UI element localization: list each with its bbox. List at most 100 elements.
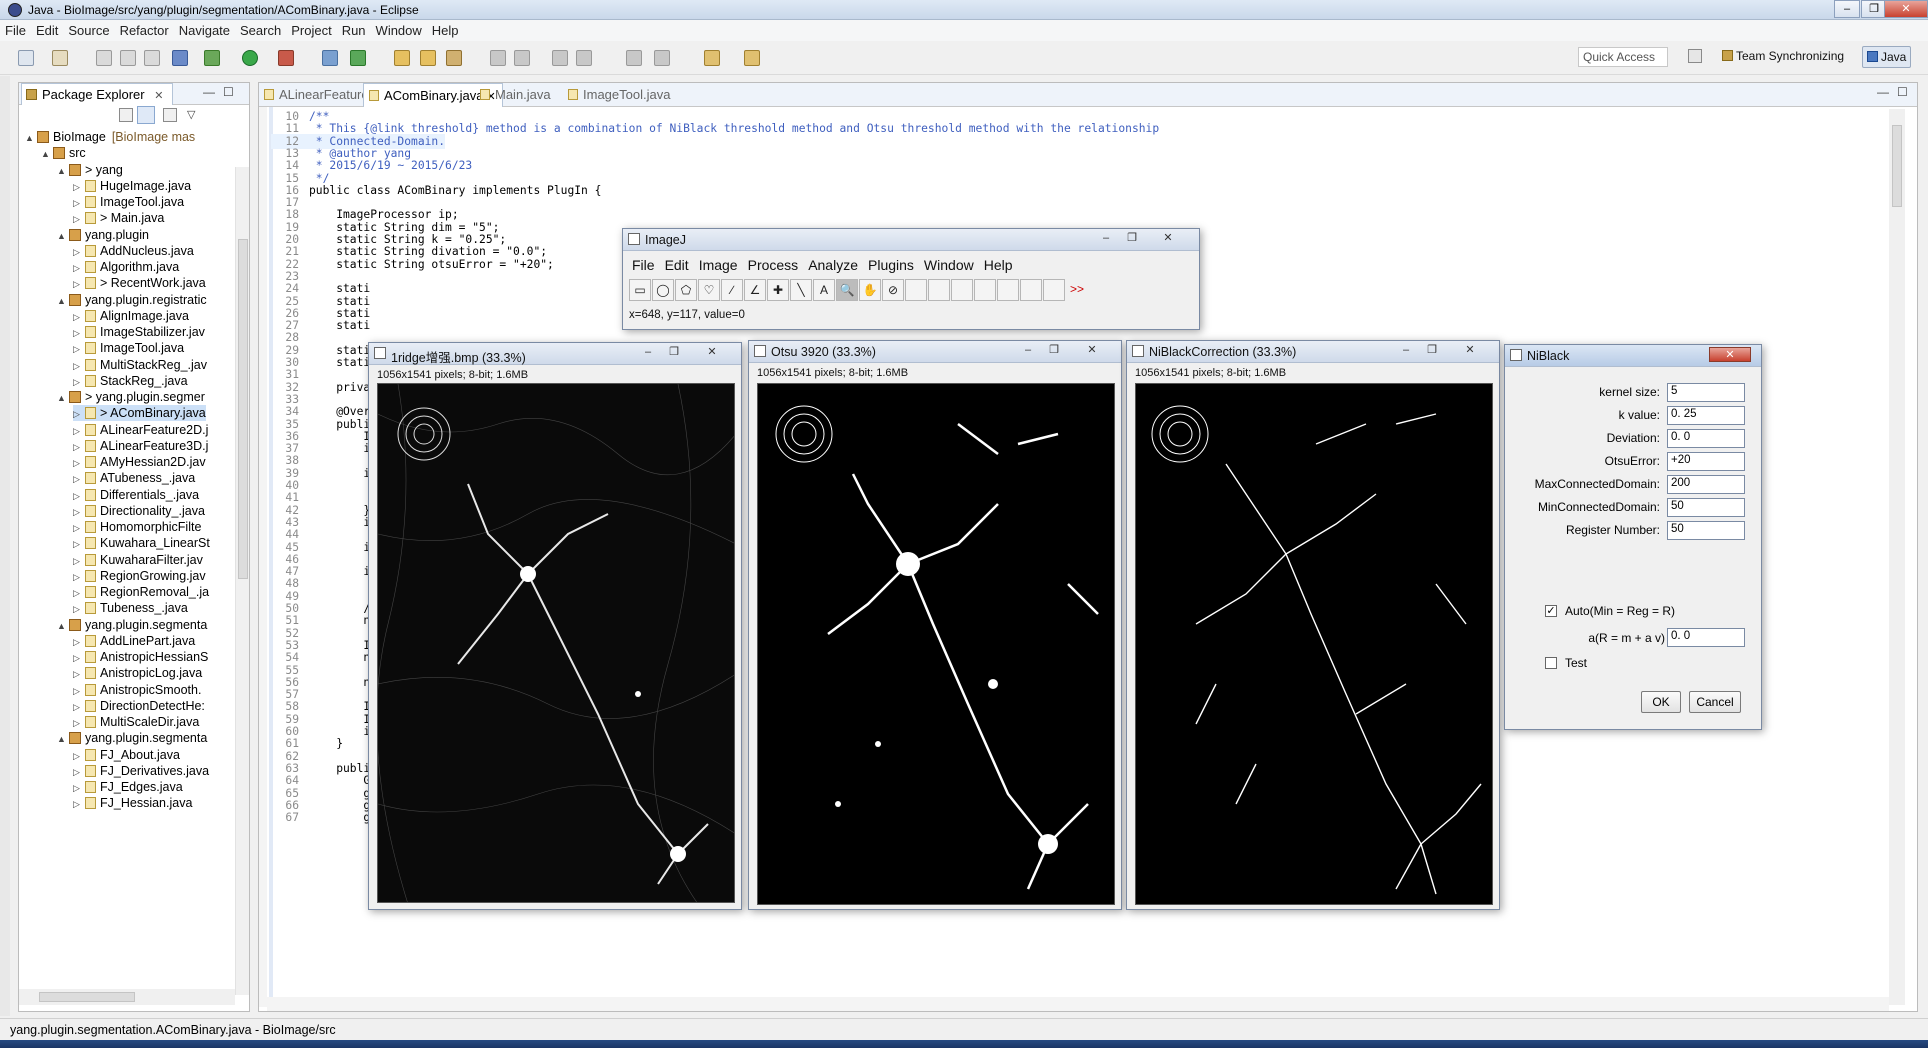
ok-button[interactable]: OK	[1641, 691, 1681, 713]
collapse-all-icon[interactable]	[119, 108, 133, 122]
tree-item[interactable]: ▷ Differentials_.java	[73, 487, 199, 503]
expand-toggle-icon[interactable]: ▲	[57, 228, 69, 244]
expand-toggle-icon[interactable]: ▲	[25, 130, 37, 146]
tree-item[interactable]: ▷ HugeImage.java	[73, 178, 191, 194]
tree-item[interactable]: ▷ AddLinePart.java	[73, 633, 195, 649]
expand-toggle-icon[interactable]: ▷	[73, 553, 85, 569]
new-icon[interactable]	[18, 50, 34, 66]
tree-item[interactable]: ▲ BioImage [BioImage mas	[25, 129, 195, 145]
image-close[interactable]: ✕	[1457, 343, 1483, 358]
expand-toggle-icon[interactable]: ▷	[73, 634, 85, 650]
tree-item[interactable]: ▲ > yang	[57, 162, 123, 178]
expand-toggle-icon[interactable]: ▷	[73, 195, 85, 211]
tree-item[interactable]: ▷ ALinearFeature3D.j	[73, 438, 208, 454]
image-window-niblack[interactable]: NiBlackCorrection (33.3%) – ❐ ✕ 1056x154…	[1126, 340, 1500, 910]
tree-item[interactable]: ▷ ImageTool.java	[73, 194, 184, 210]
expand-toggle-icon[interactable]: ▷	[73, 683, 85, 699]
prev-annotation-icon[interactable]	[514, 50, 530, 66]
next-edit-icon[interactable]	[626, 50, 642, 66]
tree-item[interactable]: ▷ > RecentWork.java	[73, 275, 206, 291]
new-folder-icon[interactable]	[52, 50, 68, 66]
expand-toggle-icon[interactable]: ▷	[73, 276, 85, 292]
tree-item[interactable]: ▷ ImageTool.java	[73, 340, 184, 356]
editor-hscrollbar[interactable]	[267, 997, 1889, 1011]
open-type-icon[interactable]	[394, 50, 410, 66]
imagej-tool-7[interactable]: ╲	[790, 279, 812, 301]
ridge-image-canvas[interactable]	[377, 383, 735, 903]
tree-item[interactable]: ▷ AnistropicLog.java	[73, 665, 202, 681]
run-icon[interactable]	[242, 50, 258, 66]
field-input[interactable]: 200	[1667, 475, 1745, 494]
expand-toggle-icon[interactable]: ▷	[73, 715, 85, 731]
search-icon[interactable]	[446, 50, 462, 66]
editor-tab[interactable]: Main.java	[475, 83, 557, 107]
expand-toggle-icon[interactable]: ▷	[73, 520, 85, 536]
field-input[interactable]: 5	[1667, 383, 1745, 402]
menu-window[interactable]: Window	[371, 20, 427, 38]
expand-toggle-icon[interactable]: ▷	[73, 374, 85, 390]
expand-toggle-icon[interactable]: ▷	[73, 211, 85, 227]
quick-access-field[interactable]: Quick Access	[1578, 47, 1668, 67]
imagej-menu-image[interactable]: Image	[694, 257, 743, 273]
expand-toggle-icon[interactable]: ▷	[73, 406, 85, 422]
field-input[interactable]: 50	[1667, 521, 1745, 540]
expand-toggle-icon[interactable]: ▷	[73, 748, 85, 764]
debug-icon[interactable]	[204, 50, 220, 66]
tree-item[interactable]: ▷ > Main.java	[73, 210, 164, 226]
imagej-minimize[interactable]: –	[1093, 231, 1119, 246]
tree-item[interactable]: ▲ yang.plugin.registratic	[57, 292, 207, 308]
imagej-tool-3[interactable]: ♡	[698, 279, 720, 301]
imagej-menu-window[interactable]: Window	[919, 257, 979, 273]
tree-item[interactable]: ▷ FJ_Derivatives.java	[73, 763, 209, 779]
expand-toggle-icon[interactable]: ▷	[73, 601, 85, 617]
tree-item[interactable]: ▷ Kuwahara_LinearSt	[73, 535, 210, 551]
scroll-thumb[interactable]	[238, 239, 248, 579]
save-all-icon[interactable]	[120, 50, 136, 66]
expand-toggle-icon[interactable]: ▷	[73, 455, 85, 471]
expand-toggle-icon[interactable]: ▷	[73, 780, 85, 796]
imagej-tool-10[interactable]: ✋	[859, 279, 881, 301]
tree-item[interactable]: ▷ HomomorphicFilte	[73, 519, 201, 535]
expand-toggle-icon[interactable]: ▷	[73, 666, 85, 682]
tree-item[interactable]: ▷ AlignImage.java	[73, 308, 189, 324]
tree-item[interactable]: ▷ KuwaharaFilter.jav	[73, 552, 203, 568]
tree-item[interactable]: ▷ Algorithm.java	[73, 259, 179, 275]
close-button[interactable]: ✕	[1884, 0, 1928, 18]
java-perspective[interactable]: Java	[1862, 46, 1912, 68]
tree-item[interactable]: ▷ FJ_About.java	[73, 747, 180, 763]
tree-item[interactable]: ▷ AnistropicHessianS	[73, 649, 208, 665]
tree-item[interactable]: ▲ yang.plugin.segmenta	[57, 617, 207, 633]
imagej-tool-14[interactable]	[951, 279, 973, 301]
tree-item[interactable]: ▲ yang.plugin	[57, 227, 149, 243]
otsu-image-canvas[interactable]	[757, 383, 1115, 905]
expand-toggle-icon[interactable]: ▲	[57, 163, 69, 179]
tree-item[interactable]: ▷ MultiScaleDir.java	[73, 714, 199, 730]
a-input[interactable]: 0. 0	[1667, 628, 1745, 647]
expand-toggle-icon[interactable]: ▷	[73, 309, 85, 325]
expand-toggle-icon[interactable]: ▷	[73, 504, 85, 520]
prev-edit-icon[interactable]	[654, 50, 670, 66]
tree-item[interactable]: ▷ FJ_Edges.java	[73, 779, 183, 795]
image-close[interactable]: ✕	[699, 345, 725, 360]
image-maximize[interactable]: ❐	[1419, 343, 1445, 358]
imagej-tool-2[interactable]: ⬠	[675, 279, 697, 301]
image-maximize[interactable]: ❐	[1041, 343, 1067, 358]
tree-item[interactable]: ▷ DirectionDetectHe:	[73, 698, 205, 714]
tree-item[interactable]: ▷ ALinearFeature2D.j	[73, 422, 208, 438]
imagej-tool-13[interactable]	[928, 279, 950, 301]
tree-item[interactable]: ▷ RegionGrowing.jav	[73, 568, 206, 584]
imagej-tool-8[interactable]: A	[813, 279, 835, 301]
skip-breakpoints-icon[interactable]	[172, 50, 188, 66]
field-input[interactable]: 50	[1667, 498, 1745, 517]
scroll-thumb[interactable]	[1892, 125, 1902, 207]
maximize-editor-icon[interactable]: ☐	[1897, 85, 1908, 99]
expand-toggle-icon[interactable]: ▷	[73, 585, 85, 601]
show-whitespace-icon[interactable]	[576, 50, 592, 66]
tree-item[interactable]: ▷ RegionRemoval_.ja	[73, 584, 209, 600]
editor-vscrollbar[interactable]	[1889, 109, 1905, 1005]
minimize-view-icon[interactable]: —	[203, 85, 215, 99]
expand-toggle-icon[interactable]: ▷	[73, 471, 85, 487]
imagej-tool-16[interactable]	[997, 279, 1019, 301]
imagej-menu-edit[interactable]: Edit	[660, 257, 694, 273]
expand-toggle-icon[interactable]: ▷	[73, 423, 85, 439]
